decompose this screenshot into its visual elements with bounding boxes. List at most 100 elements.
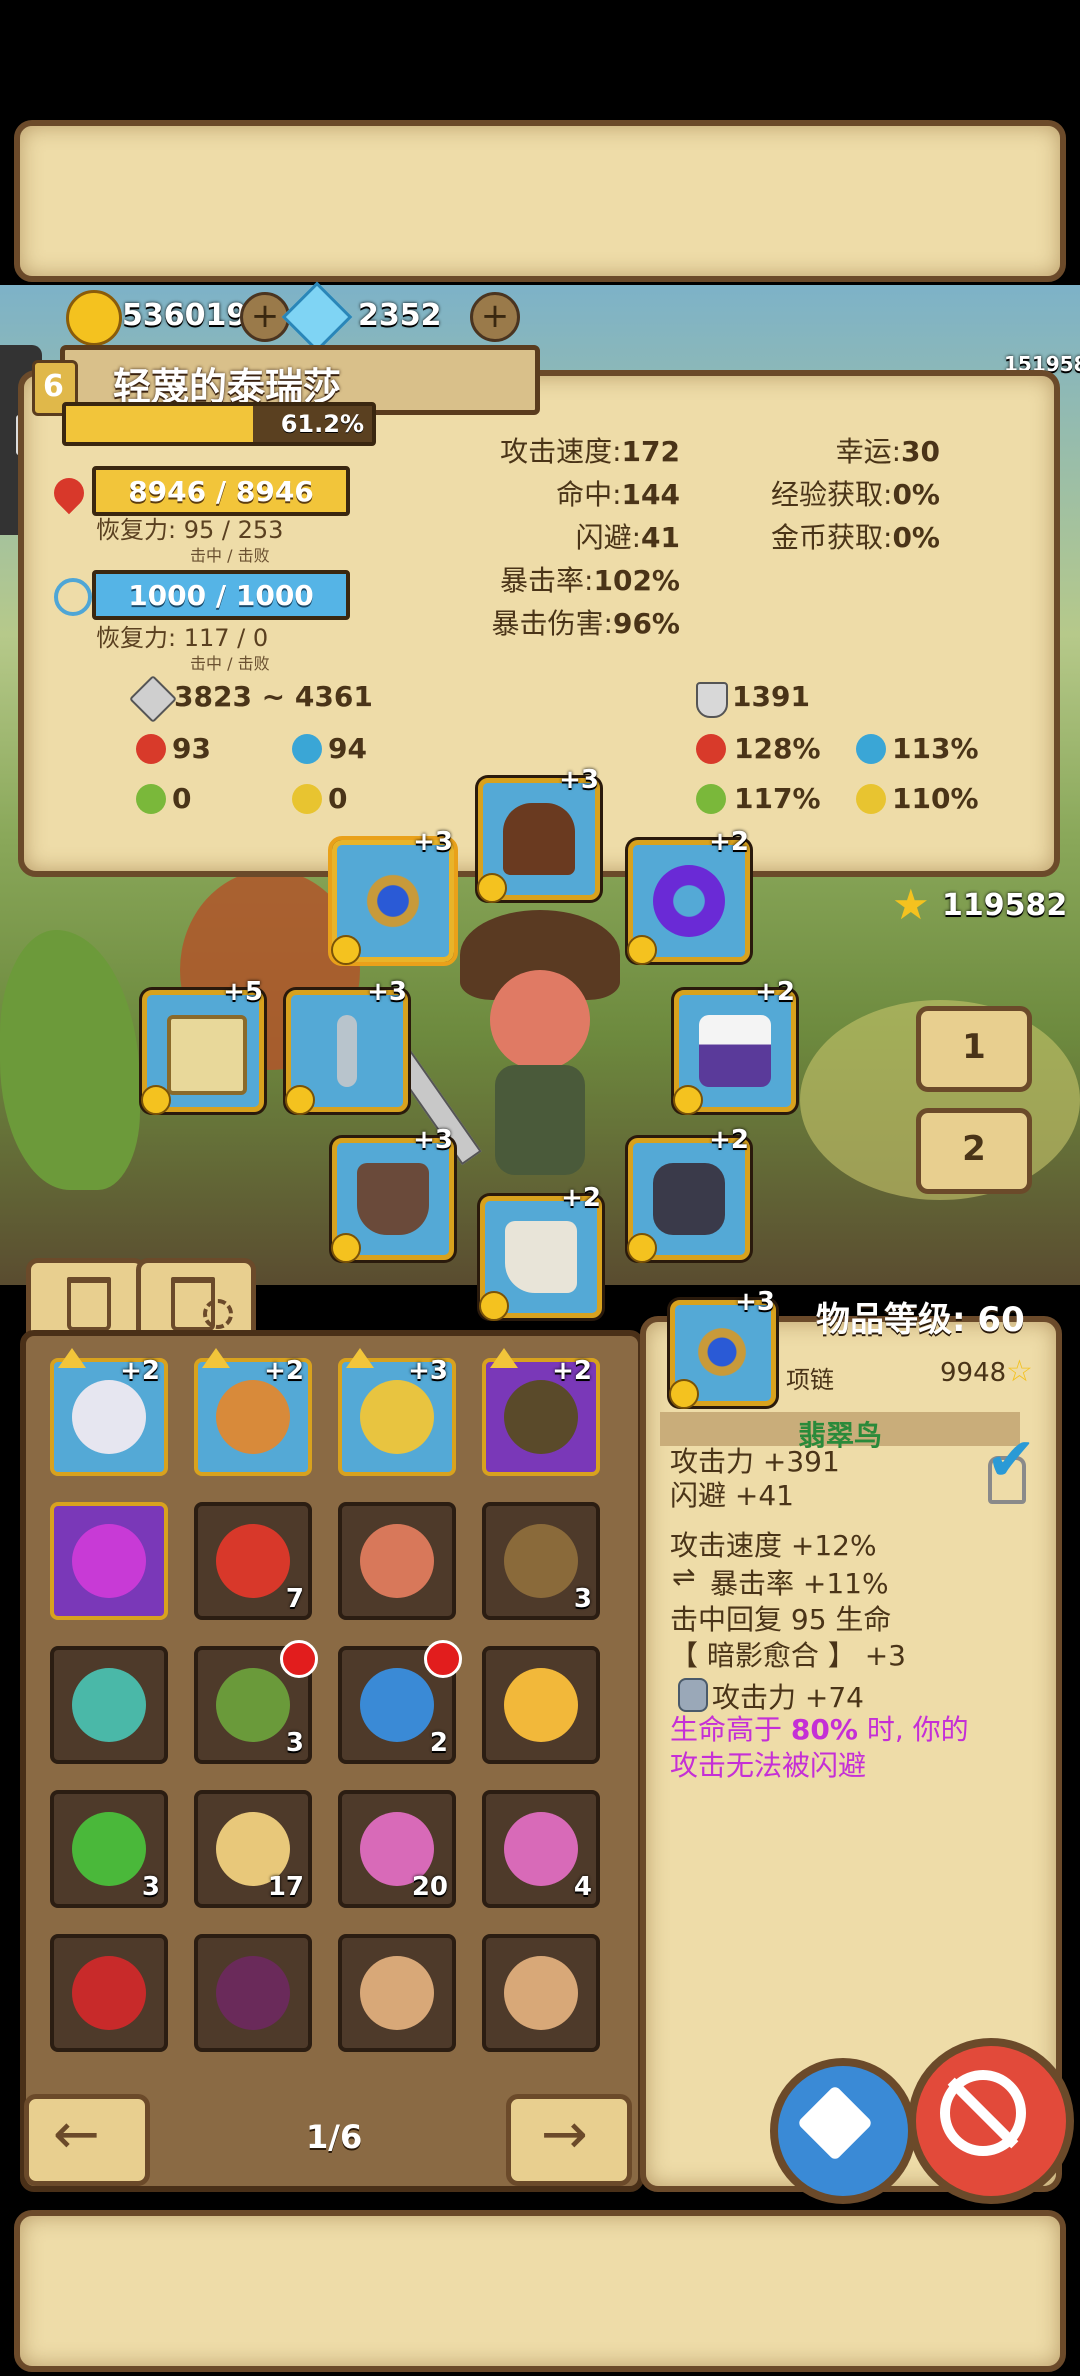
coin-icon [627, 935, 657, 965]
add-diamond-button[interactable]: + [470, 292, 520, 342]
lightning-resist: 110% [892, 782, 979, 815]
blue-potion-item-icon [360, 1668, 434, 1742]
loadout-1-button[interactable]: 1 [916, 1006, 1032, 1092]
poison-resist: 117% [734, 782, 821, 815]
level-number: 6 [43, 369, 64, 404]
boot-icon [505, 1221, 577, 1293]
red-cannon-item-icon [72, 1956, 146, 2030]
upgrade-arrow-icon [490, 1348, 518, 1368]
ice-resist: 113% [892, 732, 979, 765]
item-dodge: 闪避 +41 [670, 1479, 794, 1512]
xp-bar: 61.2% [62, 402, 376, 446]
upgrade-arrow-icon [202, 1348, 230, 1368]
bottom-banner [14, 2210, 1066, 2372]
stat-crit-rate: 暴击率:102% [500, 564, 680, 597]
inventory-slot-cape-item[interactable]: +2 [50, 1348, 168, 1476]
item-plus: +3 [408, 1356, 448, 1386]
equip-sword-slot[interactable]: +3 [285, 977, 408, 1115]
mp-bar: 1000 / 1000 [92, 570, 350, 620]
green-potion-item-icon [72, 1812, 146, 1886]
fire-damage: 93 [172, 732, 211, 765]
loadout-2-button[interactable]: 2 [916, 1108, 1032, 1194]
gold-amount: 536019 [122, 298, 248, 333]
glove-icon [653, 1163, 725, 1235]
inventory-slot-yellow-potion-item[interactable] [482, 1646, 600, 1764]
pants-icon [357, 1163, 429, 1235]
inventory-slot-stool-item[interactable]: 3 [482, 1502, 600, 1620]
item-count: 20 [411, 1872, 448, 1902]
equip-pants-slot[interactable]: +3 [331, 1125, 454, 1263]
inventory-slot-open-book-item-2[interactable] [482, 1934, 600, 2052]
currency-bar: 536019 + 2352 + [60, 281, 530, 353]
inventory-slot-blue-potion-item[interactable]: 2 [338, 1640, 462, 1764]
item-count: 3 [573, 1584, 592, 1614]
poison-damage-icon [136, 784, 166, 814]
cape-item-icon [72, 1380, 146, 1454]
inventory-slot-open-book-item[interactable] [338, 1934, 456, 2052]
inventory-slot-green-potion-item[interactable]: 3 [50, 1790, 168, 1908]
equip-armor-slot[interactable]: +2 [673, 977, 796, 1115]
inventory-slot-lantern-item[interactable]: 3 [194, 1640, 318, 1764]
equip-book-slot[interactable]: +5 [141, 977, 264, 1115]
next-page-button[interactable]: → [506, 2094, 632, 2186]
open-book-item-icon [360, 1956, 434, 2030]
inventory-slot-boot-item[interactable]: +2 [194, 1348, 312, 1476]
gear-icon [203, 1299, 233, 1329]
ice-damage: 94 [328, 732, 367, 765]
hero-face [490, 970, 590, 1070]
book-icon [167, 1015, 247, 1095]
inventory-slot-green-flask-item[interactable] [50, 1646, 168, 1764]
robe-icon [699, 1015, 771, 1087]
inventory-slot-pink-scroll-item[interactable]: 20 [338, 1790, 456, 1908]
equip-hat-slot[interactable]: +3 [477, 765, 600, 903]
equip-gloves-slot[interactable]: +2 [627, 1125, 750, 1263]
upgrade-arrow-icon [346, 1348, 374, 1368]
inventory-slot-pink-scroll-item-2[interactable]: 4 [482, 1790, 600, 1908]
swap-icon: ⇌ [672, 1560, 696, 1593]
item-count: 17 [267, 1872, 304, 1902]
necklace-icon [689, 1319, 755, 1385]
lightning-resist-icon [856, 784, 886, 814]
inventory-slot-ring-item[interactable]: +3 [338, 1348, 456, 1476]
item-plus: +2 [264, 1356, 304, 1386]
inventory-slot-vest-item[interactable]: +2 [482, 1348, 600, 1476]
upgrade-button[interactable] [770, 2058, 916, 2204]
prev-page-button[interactable]: ← [24, 2094, 150, 2186]
red-potion-item-icon [216, 1524, 290, 1598]
item-gem-attack: 攻击力 +74 [712, 1681, 864, 1714]
xp-percent: 61.2% [280, 410, 364, 438]
mp-regen: 恢复力: 117 / 0 [96, 624, 269, 652]
equipped-check-icon: ✔ [986, 1425, 1037, 1495]
coin-icon [331, 935, 361, 965]
trash-icon [67, 1277, 111, 1331]
equip-boots-slot[interactable]: +2 [479, 1183, 602, 1321]
coin-icon [331, 1233, 361, 1263]
stat-accuracy: 命中:144 [556, 478, 680, 511]
stat-xp-gain: 经验获取:0% [771, 478, 940, 511]
yellow-potion-item-icon [504, 1668, 578, 1742]
mp-regen-sub: 击中 / 击败 [190, 654, 270, 673]
stat-attack-speed: 攻击速度:172 [500, 435, 680, 468]
equip-necklace-slot[interactable]: +3 [328, 827, 458, 966]
inventory-slot-vial-item[interactable] [338, 1502, 456, 1620]
cancel-button[interactable] [908, 2038, 1074, 2204]
inventory-slot-purple-book-item[interactable] [194, 1934, 312, 2052]
inventory-slot-red-potion-item[interactable]: 7 [194, 1502, 312, 1620]
coin-icon [141, 1085, 171, 1115]
vest-item-icon [504, 1380, 578, 1454]
equip-ring-slot[interactable]: +2 [627, 827, 750, 965]
lightning-damage-icon [292, 784, 322, 814]
ice-resist-icon [856, 734, 886, 764]
ring-item-icon [360, 1380, 434, 1454]
hp-bar: 8946 / 8946 [92, 466, 350, 516]
compass-icon [796, 2084, 874, 2162]
diamond-amount: 2352 [358, 298, 442, 333]
inventory-slot-gold-scroll-item[interactable]: 17 [194, 1790, 312, 1908]
defense-value: 1391 [732, 680, 810, 713]
coin-icon [669, 1379, 699, 1409]
inventory-slot-red-cannon-item[interactable] [50, 1934, 168, 2052]
poison-resist-icon [696, 784, 726, 814]
fire-damage-icon [136, 734, 166, 764]
item-level: 物品等级: 60 [816, 1300, 1025, 1340]
inventory-slot-crystal-item[interactable] [50, 1502, 168, 1620]
